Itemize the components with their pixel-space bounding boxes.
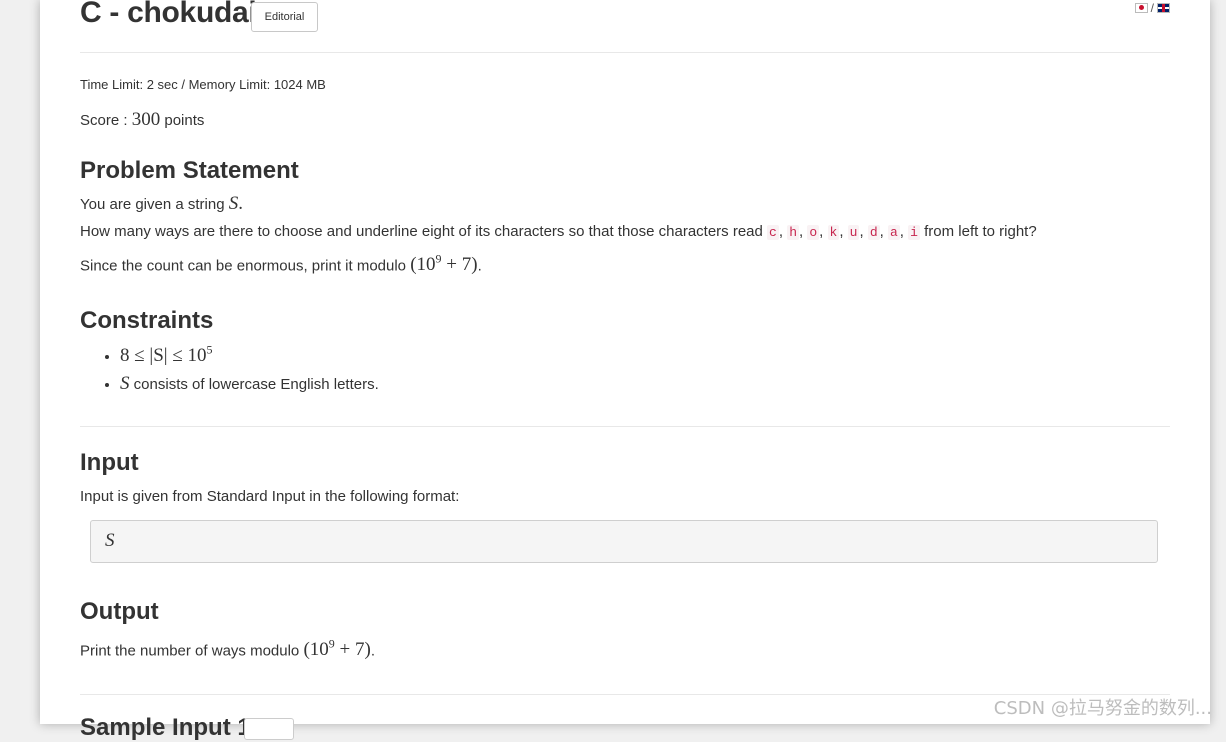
english-flag-icon[interactable] — [1157, 3, 1170, 13]
math-variable: S — [228, 193, 239, 214]
copy-button[interactable] — [244, 718, 294, 740]
output-description: Print the number of ways modulo (109 + 7… — [80, 634, 375, 661]
japanese-flag-icon[interactable] — [1134, 3, 1148, 13]
output-heading: Output — [80, 598, 159, 625]
letter-code: o — [807, 225, 820, 240]
punctuation: . — [238, 193, 243, 214]
letter-code: a — [887, 225, 900, 240]
statement-line-2: How many ways are there to choose and un… — [80, 222, 1037, 243]
score-label: Score : — [80, 112, 128, 129]
mod-rest: + 7) — [334, 639, 371, 661]
sample-input-heading: Sample Input 1 — [80, 714, 251, 741]
page-title: C - chokudai — [80, 0, 257, 29]
modulo-expression: (109 + 7) — [410, 252, 478, 276]
letter-code: i — [908, 225, 920, 240]
letter-code: c — [767, 225, 779, 240]
letter-code: h — [787, 225, 800, 240]
letter-separator: , — [899, 223, 909, 240]
statement-line-1: You are given a string S. — [80, 194, 243, 215]
divider — [80, 52, 1170, 53]
letter-separator: , — [778, 223, 788, 240]
letter-separator: , — [879, 223, 888, 240]
language-switcher: / — [1134, 1, 1170, 15]
watermark: CSDN @拉马努金的数列... — [993, 698, 1212, 719]
constraint-item: S consists of lowercase English letters. — [120, 370, 379, 398]
math-variable: S — [120, 373, 130, 395]
divider — [80, 426, 1170, 427]
language-separator: / — [1150, 1, 1154, 15]
editorial-button[interactable]: Editorial — [251, 2, 318, 32]
letter-separator: , — [859, 223, 868, 240]
constraint-math: 8 ≤ |S| ≤ 105 — [120, 343, 213, 367]
statement-line-3: Since the count can be enormous, print i… — [80, 249, 482, 276]
letter-separator: , — [819, 223, 828, 240]
score-unit: points — [164, 112, 205, 129]
constraints-list: 8 ≤ |S| ≤ 105 S consists of lowercase En… — [100, 337, 379, 398]
modulo-expression: (109 + 7) — [303, 637, 371, 661]
letter-code: d — [867, 225, 880, 240]
title-row: C - chokudai Editorial / — [80, 0, 1170, 36]
problem-sheet: C - chokudai Editorial / Time Limit: 2 s… — [40, 0, 1210, 741]
output-text: Print the number of ways modulo — [80, 642, 300, 660]
statement-text: You are given a string — [80, 196, 225, 213]
input-heading: Input — [80, 449, 139, 476]
statement-text: How many ways are there to choose and un… — [80, 223, 763, 240]
mod-rest: + 7) — [441, 254, 478, 276]
statement-text: Since the count can be enormous, print i… — [80, 257, 407, 275]
letter-code: k — [827, 225, 840, 240]
problem-statement-heading: Problem Statement — [80, 157, 299, 184]
score-line: Score : 300 points — [80, 110, 204, 131]
constraint-item: 8 ≤ |S| ≤ 105 — [120, 337, 379, 370]
score-value: 300 — [131, 109, 161, 130]
target-letters: c, h, o, k, u, d, a, i — [767, 223, 920, 240]
input-format-block[interactable]: S — [90, 520, 1158, 563]
mod-base: (10 — [303, 639, 329, 661]
statement-text: from left to right? — [924, 223, 1037, 240]
mod-base: (10 — [410, 254, 436, 276]
format-variable: S — [105, 530, 115, 551]
input-description: Input is given from Standard Input in th… — [80, 488, 460, 505]
constraint-range: 8 ≤ |S| ≤ 10 — [120, 345, 207, 367]
constraint-text: consists of lowercase English letters. — [133, 376, 379, 394]
limits-text: Time Limit: 2 sec / Memory Limit: 1024 M… — [80, 77, 326, 92]
letter-separator: , — [839, 223, 848, 240]
punctuation: . — [370, 642, 375, 660]
letter-code: u — [847, 225, 860, 240]
punctuation: . — [477, 257, 482, 275]
constraint-exponent: 5 — [206, 343, 213, 357]
constraints-heading: Constraints — [80, 307, 214, 334]
